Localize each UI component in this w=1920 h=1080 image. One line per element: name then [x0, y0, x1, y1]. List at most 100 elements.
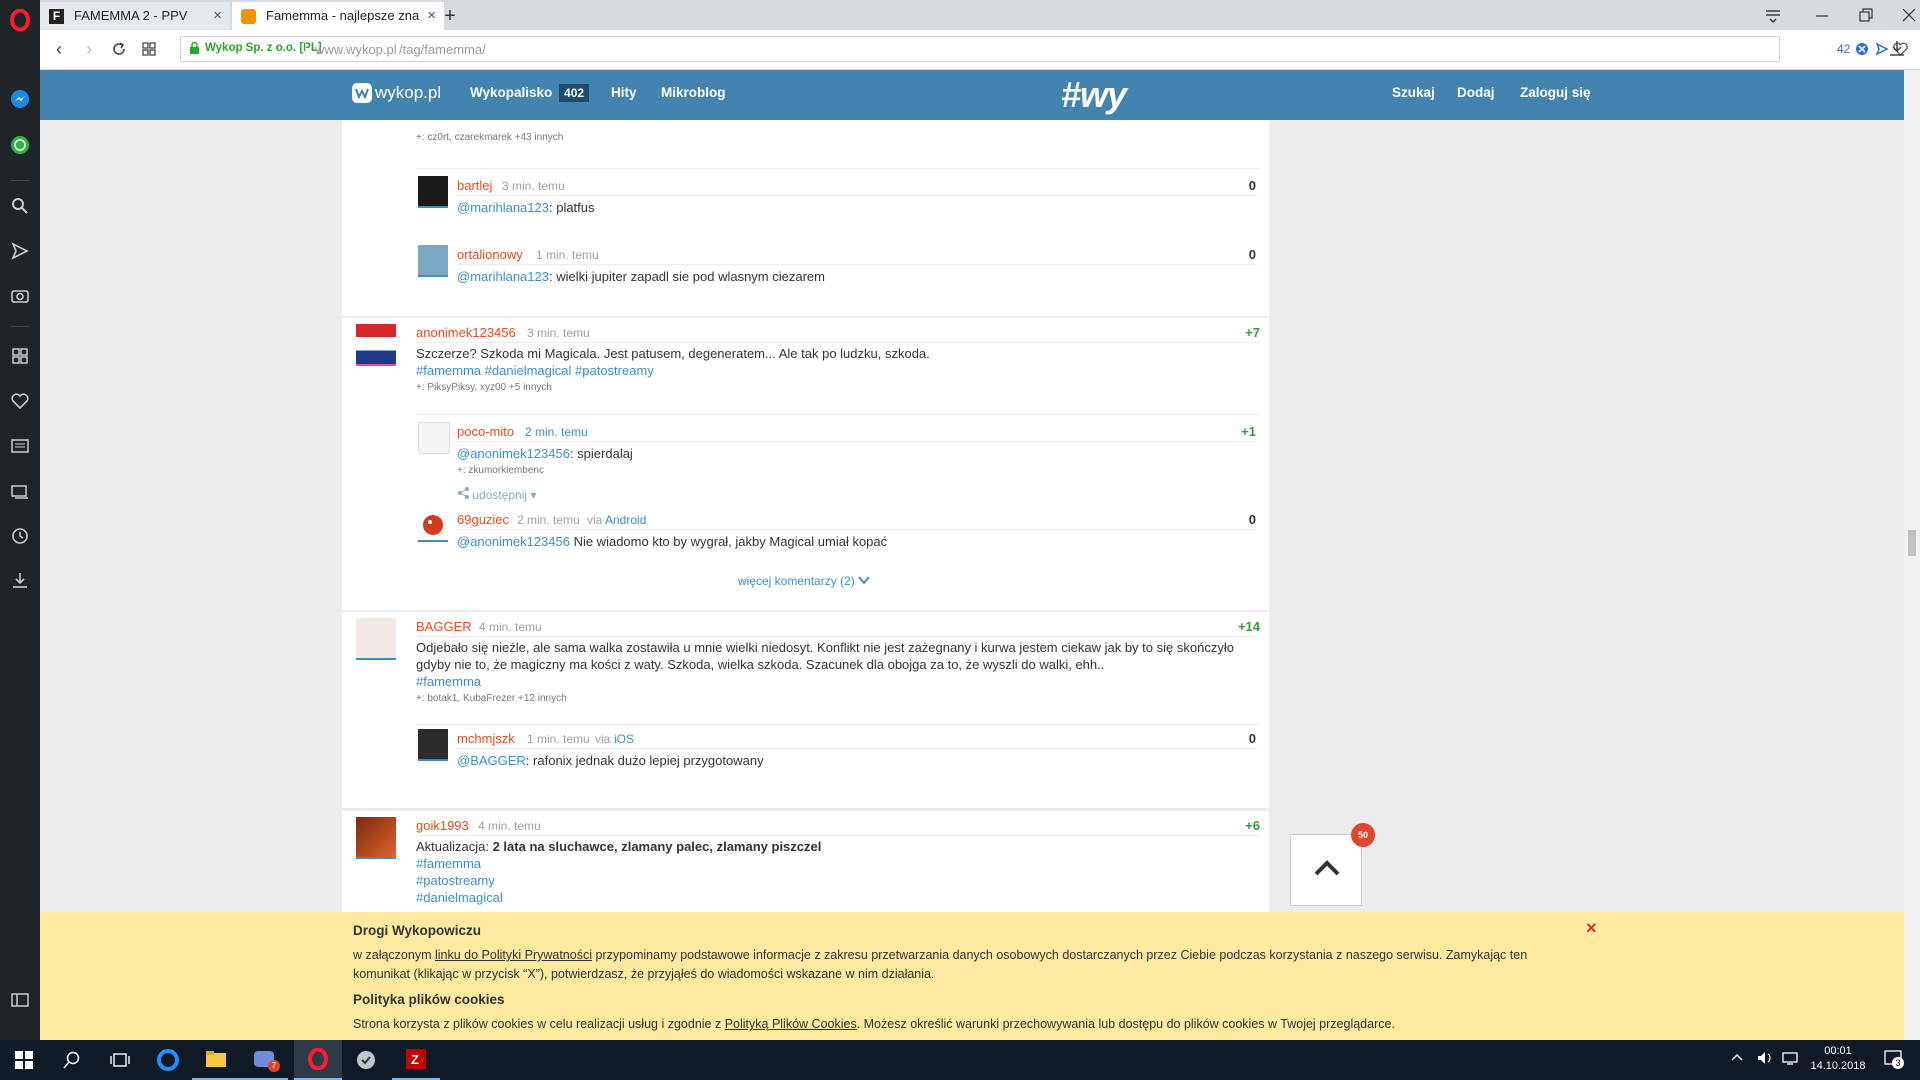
- nav-hity[interactable]: Hity: [611, 70, 637, 116]
- history-icon[interactable]: [8, 524, 32, 548]
- volume-icon[interactable]: [1756, 1050, 1774, 1069]
- avatar[interactable]: [418, 245, 448, 277]
- username[interactable]: mchmjszk: [457, 731, 515, 746]
- search-icon[interactable]: [48, 1040, 96, 1080]
- username[interactable]: poco-mito: [457, 424, 514, 439]
- sidebar-toggle-icon[interactable]: [8, 988, 32, 1012]
- timestamp[interactable]: 2 min. temu: [525, 425, 588, 439]
- camera-icon[interactable]: [8, 283, 32, 307]
- task-view-icon[interactable]: [96, 1040, 144, 1080]
- vote-score[interactable]: 0: [1192, 178, 1256, 193]
- vote-score[interactable]: 0: [1192, 247, 1256, 262]
- back-button[interactable]: ‹: [48, 38, 70, 60]
- close-banner-button[interactable]: ×: [1586, 918, 1597, 939]
- tag-link[interactable]: #danielmagical: [485, 363, 572, 378]
- avatar[interactable]: [356, 817, 396, 859]
- mention-link[interactable]: @anonimek123456: [457, 534, 570, 549]
- timestamp[interactable]: 3 min. temu: [502, 179, 565, 193]
- nav-dodaj[interactable]: Dodaj: [1457, 70, 1495, 116]
- username[interactable]: BAGGER: [416, 619, 472, 634]
- news-icon[interactable]: [8, 434, 32, 458]
- via-app-link[interactable]: iOS: [614, 732, 634, 746]
- logo-text[interactable]: wykop.pl: [375, 70, 441, 116]
- tag-link[interactable]: #famemma: [416, 674, 481, 689]
- adblock-icon[interactable]: [1855, 42, 1869, 59]
- restore-icon[interactable]: [1856, 5, 1876, 25]
- url-field[interactable]: Wykop Sp. z o.o. [PL] www.wykop.pl /tag/…: [180, 36, 1908, 62]
- nav-szukaj[interactable]: Szukaj: [1392, 70, 1435, 116]
- tag-link[interactable]: #famemma: [416, 363, 481, 378]
- tag-link[interactable]: #danielmagical: [416, 890, 503, 905]
- discord-icon[interactable]: 7: [240, 1040, 288, 1080]
- tabs-icon[interactable]: [8, 479, 32, 503]
- timestamp[interactable]: 4 min. temu: [479, 620, 542, 634]
- vote-score[interactable]: +14: [1192, 619, 1260, 634]
- username[interactable]: 69guziec: [457, 512, 509, 527]
- flow-send-icon[interactable]: [1875, 42, 1889, 59]
- send-icon[interactable]: [8, 239, 32, 263]
- timestamp[interactable]: 3 min. temu: [527, 326, 590, 340]
- minimize-icon[interactable]: [1812, 5, 1832, 25]
- nav-mikroblog[interactable]: Mikroblog: [661, 70, 726, 116]
- avatar[interactable]: [418, 510, 448, 542]
- avatar[interactable]: [418, 176, 448, 208]
- vote-score[interactable]: +7: [1192, 325, 1260, 340]
- tab-famemma-ppv[interactable]: F FAMEMMA 2 - PPV ×: [40, 2, 230, 30]
- scroll-top-button[interactable]: 50: [1290, 823, 1375, 906]
- timestamp[interactable]: 4 min. temu: [478, 819, 541, 833]
- username[interactable]: ortalionowy: [457, 247, 523, 262]
- avatar[interactable]: [356, 618, 396, 660]
- scrollbar-thumb[interactable]: [1908, 530, 1916, 556]
- search-icon[interactable]: [8, 194, 32, 218]
- share-button[interactable]: udostępnij ▾: [457, 487, 536, 502]
- username[interactable]: anonimek123456: [416, 325, 516, 340]
- windows-start-icon[interactable]: [0, 1040, 48, 1080]
- avatar[interactable]: [418, 729, 448, 761]
- file-explorer-icon[interactable]: [192, 1040, 240, 1080]
- username[interactable]: bartlej: [457, 178, 492, 193]
- whatsapp-icon[interactable]: [8, 133, 32, 157]
- timestamp[interactable]: 1 min. temu: [527, 732, 590, 746]
- edge-icon[interactable]: [144, 1040, 192, 1080]
- mention-link[interactable]: @BAGGER: [457, 753, 526, 768]
- username[interactable]: goik1993: [416, 818, 469, 833]
- tag-link[interactable]: #patostreamy: [416, 873, 495, 888]
- mention-link[interactable]: @anonimek123456: [457, 446, 570, 461]
- tag-link[interactable]: #patostreamy: [575, 363, 654, 378]
- clock[interactable]: 00:01 14.10.2018: [1808, 1044, 1868, 1074]
- download-icon[interactable]: [8, 568, 32, 592]
- speed-dial-icon[interactable]: [8, 344, 32, 368]
- vote-score[interactable]: 0: [1192, 731, 1256, 746]
- vote-score[interactable]: +6: [1192, 818, 1260, 833]
- tag-link[interactable]: #famemma: [416, 856, 481, 871]
- network-icon[interactable]: [1782, 1050, 1800, 1069]
- messenger-icon[interactable]: [8, 87, 32, 111]
- nav-wykopalisko[interactable]: Wykopalisko 402: [470, 70, 590, 116]
- vpn-shield-icon[interactable]: [342, 1040, 390, 1080]
- nav-zaloguj[interactable]: Zaloguj się: [1520, 70, 1591, 116]
- opera-taskbar-icon[interactable]: [294, 1040, 342, 1080]
- avatar[interactable]: [356, 324, 396, 366]
- tab-famemma-wykop[interactable]: Famemma - najlepsze zna ×: [232, 2, 444, 30]
- tab-menu-icon[interactable]: [1763, 5, 1783, 25]
- timestamp[interactable]: 1 min. temu: [536, 248, 599, 262]
- mention-link[interactable]: @marihlana123: [457, 269, 549, 284]
- downloads-icon[interactable]: [1888, 39, 1906, 60]
- vote-score[interactable]: +1: [1192, 424, 1256, 439]
- reload-icon[interactable]: [108, 38, 130, 60]
- wykop-logo-icon[interactable]: [352, 83, 372, 103]
- action-center-icon[interactable]: 3: [1884, 1050, 1904, 1071]
- more-comments-link[interactable]: więcej komentarzy (2): [738, 574, 870, 588]
- timestamp[interactable]: 2 min. temu: [517, 513, 580, 527]
- avatar[interactable]: [418, 422, 450, 454]
- close-window-icon[interactable]: [1899, 5, 1919, 25]
- privacy-policy-link[interactable]: linku do Polityki Prywatności: [435, 948, 592, 962]
- close-icon[interactable]: ×: [213, 2, 222, 30]
- filezilla-icon[interactable]: Z: [392, 1040, 440, 1080]
- tray-chevron-up-icon[interactable]: [1730, 1050, 1744, 1067]
- heart-icon[interactable]: [8, 389, 32, 413]
- speed-dial-icon[interactable]: [138, 38, 160, 60]
- opera-logo-icon[interactable]: [8, 8, 32, 32]
- page-scrollbar[interactable]: [1904, 70, 1920, 1040]
- via-app-link[interactable]: Android: [605, 513, 646, 527]
